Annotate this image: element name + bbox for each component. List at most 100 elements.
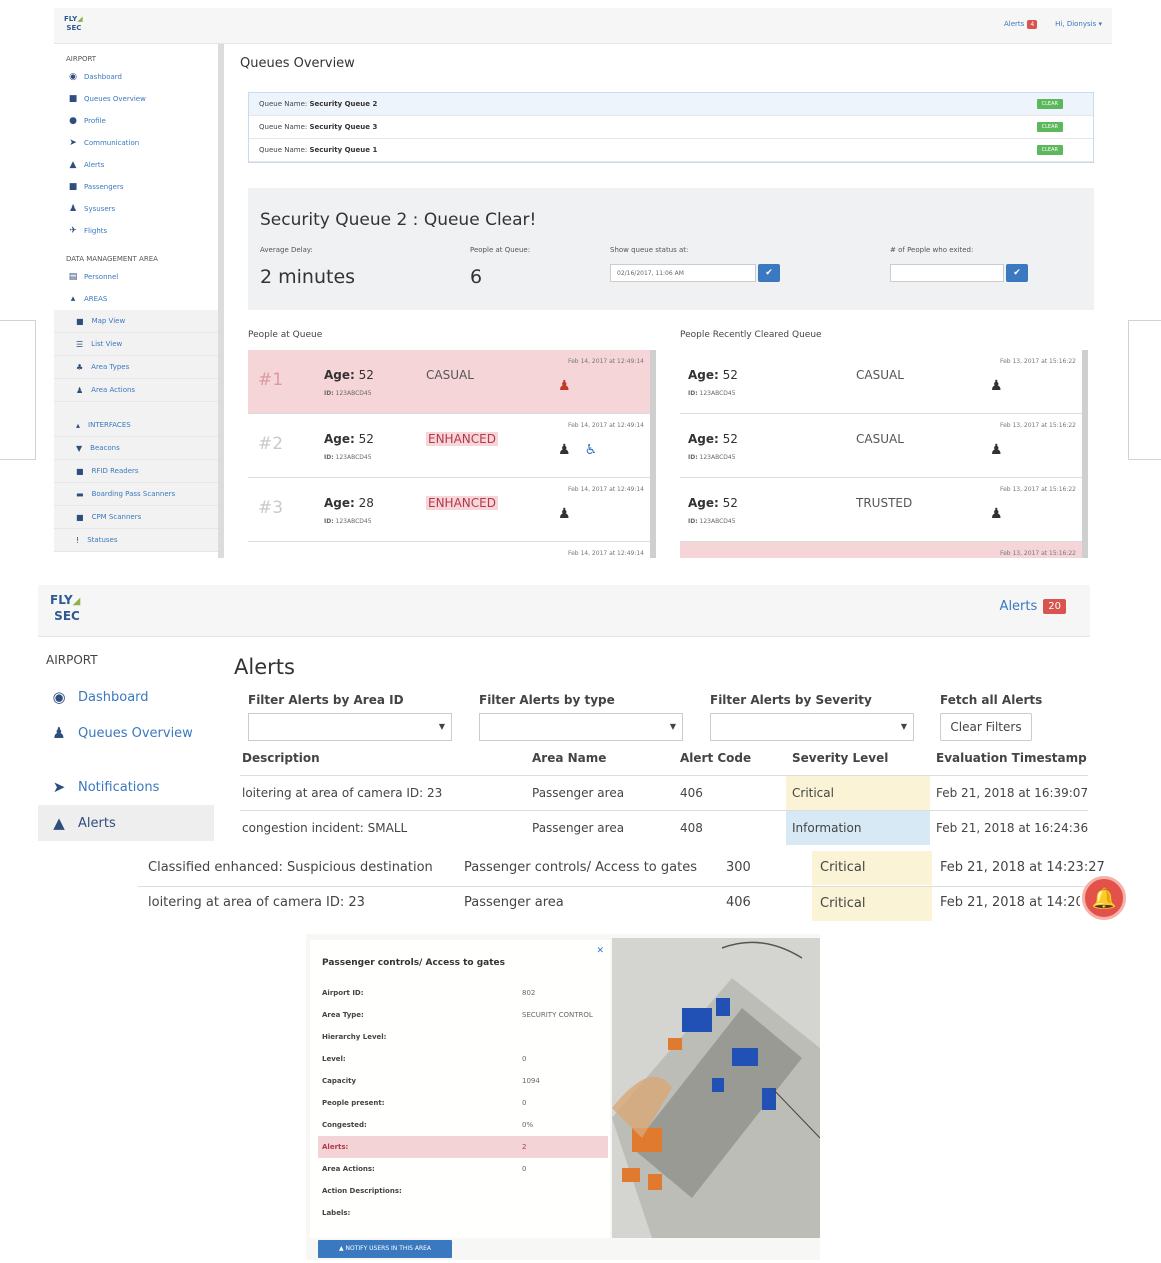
person-icon: ♟ xyxy=(990,506,1003,522)
queue-row[interactable]: Queue Name: Security Queue 3 CLEAR xyxy=(249,116,1093,139)
sidebar-sub-rfid[interactable]: ■ RFID Readers xyxy=(54,460,218,483)
queue-row[interactable]: Queue Name: Security Queue 2 CLEAR xyxy=(249,93,1093,116)
filter-type-select[interactable]: ▼ xyxy=(479,713,683,741)
sidebar-sub-statuses[interactable]: ! Statuses xyxy=(54,529,218,552)
sidebar-item-alerts[interactable]: ▲ Alerts xyxy=(38,805,214,841)
field-row: Hierarchy Level: xyxy=(322,1033,387,1041)
sidebar-item-dashboard[interactable]: ◉ Dashboard xyxy=(54,66,218,88)
cubes-icon: ♣ xyxy=(76,362,84,372)
status-datetime-submit-button[interactable]: ✔ xyxy=(758,264,780,282)
table-cell: Passenger controls/ Access to gates xyxy=(464,860,697,875)
field-row: Labels: xyxy=(322,1209,351,1217)
sidebar-section-airport: AIRPORT xyxy=(46,653,98,667)
sidebar-sub-area-actions[interactable]: ♟ Area Actions xyxy=(54,379,218,402)
sidebar-sub-area-types[interactable]: ♣ Area Types xyxy=(54,356,218,379)
main-content: Alerts Filter Alerts by Area ID Filter A… xyxy=(234,637,1090,845)
list-item[interactable]: #1 Age: 52 ID: 123ABCD45 CASUAL Feb 14, … xyxy=(248,350,656,414)
sidebar-sub-list-view[interactable]: ☰ List View xyxy=(54,333,218,356)
sidebar-sub-boarding-scanners[interactable]: ▬ Boarding Pass Scanners xyxy=(54,483,218,506)
list-item[interactable]: Feb 13, 2017 at 15:16:22 xyxy=(680,542,1088,558)
flysec-logo: FLY◢ SEC xyxy=(64,15,83,32)
top-bar: FLY◢ SEC Alerts 4 Hi, Dionysis ▾ xyxy=(54,8,1112,44)
sidebar-item-areas[interactable]: ▴ AREAS xyxy=(54,288,218,310)
list-item[interactable]: #3 Age: 28 ID: 123ABCD45 ENHANCED Feb 14… xyxy=(248,478,656,542)
popup-title: Passenger controls/ Access to gates xyxy=(322,958,505,968)
sidebar-item-sysusers[interactable]: ♟ Sysusers xyxy=(54,198,218,220)
table-cell: 406 xyxy=(726,895,751,910)
close-icon[interactable]: ✕ xyxy=(596,946,604,956)
sidebar-item-personnel[interactable]: ▤ Personnel xyxy=(54,266,218,288)
people-at-queue-value: 6 xyxy=(470,266,483,288)
actions-icon: ♟ xyxy=(76,385,84,395)
bell-notification-button[interactable]: 🔔 xyxy=(1082,876,1126,920)
user-menu[interactable]: Hi, Dionysis ▾ xyxy=(1055,20,1102,28)
bell-icon: 🔔 xyxy=(1091,886,1117,910)
rfid-icon: ■ xyxy=(76,466,84,476)
column-header: Severity Level xyxy=(792,751,889,765)
field-row: Level: 0 xyxy=(322,1055,527,1063)
table-cell: 408 xyxy=(680,821,703,835)
sidebar-item-queues[interactable]: ♟ Queues Overview xyxy=(38,715,214,751)
table-cell: congestion incident: SMALL xyxy=(242,821,408,835)
sidebar-item-notifications[interactable]: ➤ Notifications xyxy=(38,769,214,805)
filter-severity-select[interactable]: ▼ xyxy=(710,713,914,741)
table-cell: Feb 21, 2018 at 14:20:4 xyxy=(940,895,1080,910)
sidebar-sub-cpm-scanners[interactable]: ■ CPM Scanners xyxy=(54,506,218,529)
scrollbar[interactable] xyxy=(650,350,656,558)
list-item[interactable]: Feb 14, 2017 at 12:49:14 xyxy=(248,542,656,558)
sidebar-sub-map-view[interactable]: ■ Map View xyxy=(54,310,218,333)
alerts-link[interactable]: Alerts 4 xyxy=(1004,20,1038,29)
person-icon: ♟ xyxy=(558,442,571,458)
people-at-queue-list: #1 Age: 52 ID: 123ABCD45 CASUAL Feb 14, … xyxy=(248,350,656,558)
passengers-icon: ■ xyxy=(68,182,78,192)
sidebar-item-queues[interactable]: ■ Queues Overview xyxy=(54,88,218,110)
queue-row[interactable]: Queue Name: Security Queue 1 CLEAR xyxy=(249,139,1093,162)
clear-filters-button[interactable]: Clear Filters xyxy=(940,713,1032,741)
sidebar-sub-beacons[interactable]: ▼ Beacons xyxy=(54,437,218,460)
table-cell: Passenger area xyxy=(464,895,564,910)
notify-users-button[interactable]: ▲ NOTIFY USERS IN THIS AREA xyxy=(318,1240,452,1258)
people-cleared-heading: People Recently Cleared Queue xyxy=(680,330,822,340)
list-item[interactable]: Age: 52 ID: 123ABCD45 CASUAL Feb 13, 201… xyxy=(680,350,1088,414)
people-exited-input[interactable] xyxy=(890,264,1004,282)
list-item[interactable]: #2 Age: 52 ID: 123ABCD45 ENHANCED Feb 14… xyxy=(248,414,656,478)
collapse-icon: ▴ xyxy=(70,294,76,304)
sidebar: AIRPORT ◉ Dashboard ■ Queues Overview ● Pro… xyxy=(54,44,224,558)
fetch-all-label: Fetch all Alerts xyxy=(940,693,1043,707)
list-item[interactable]: Age: 52 ID: 123ABCD45 CASUAL Feb 13, 201… xyxy=(680,414,1088,478)
chevron-down-icon: ▼ xyxy=(438,722,445,731)
list-item[interactable]: Age: 52 ID: 123ABCD45 TRUSTED Feb 13, 20… xyxy=(680,478,1088,542)
people-exited-submit-button[interactable]: ✔ xyxy=(1006,264,1028,282)
sidebar-item-communication[interactable]: ➤ Communication xyxy=(54,132,218,154)
sidebar-sub-interfaces[interactable]: ▴ INTERFACES xyxy=(54,414,218,437)
field-row-alerts: Alerts: 2 xyxy=(318,1136,608,1158)
severity-cell: Critical xyxy=(786,776,930,810)
id-card-icon: ▤ xyxy=(68,272,78,282)
beacon-icon: ▼ xyxy=(76,443,83,453)
scanner-icon: ▬ xyxy=(76,489,84,499)
users-icon: ♟ xyxy=(52,724,66,742)
sidebar-item-profile[interactable]: ● Profile xyxy=(54,110,218,132)
warning-icon: ▲ xyxy=(53,814,65,832)
people-exited-label: # of People who exited: xyxy=(890,246,974,254)
sidebar-item-passengers[interactable]: ■ Passengers xyxy=(54,176,218,198)
scrollbar[interactable] xyxy=(1082,350,1088,558)
sidebar-item-alerts[interactable]: ▲ Alerts xyxy=(54,154,218,176)
sidebar-item-flights[interactable]: ✈ Flights xyxy=(54,220,218,242)
table-cell: Feb 21, 2018 at 16:39:07 xyxy=(936,786,1089,800)
chevron-down-icon: ▼ xyxy=(669,722,676,731)
status-datetime-input[interactable]: 02/16/2017, 11:06 AM xyxy=(610,264,756,282)
filter-type-label: Filter Alerts by type xyxy=(479,693,615,707)
sidebar: AIRPORT ◉ Dashboard ♟ Queues Overview ➤ Not… xyxy=(38,637,214,845)
filter-area-select[interactable]: ▼ xyxy=(248,713,452,741)
floor-plan-map[interactable] xyxy=(612,938,820,1238)
sidebar-section-airport: AIRPORT xyxy=(66,55,97,63)
table-cell: 300 xyxy=(726,860,751,875)
people-cleared-list: Age: 52 ID: 123ABCD45 CASUAL Feb 13, 201… xyxy=(680,350,1088,558)
alerts-link[interactable]: Alerts 20 xyxy=(1000,599,1066,614)
sidebar-item-dashboard[interactable]: ◉ Dashboard xyxy=(38,679,214,715)
page-frame-right xyxy=(1128,320,1161,460)
paper-plane-icon: ➤ xyxy=(69,138,77,148)
alerts-screenshot: FLY◢ SEC Alerts 20 AIRPORT ◉ Dashboard ♟ Qu… xyxy=(38,585,1090,845)
table-divider xyxy=(138,886,1098,887)
